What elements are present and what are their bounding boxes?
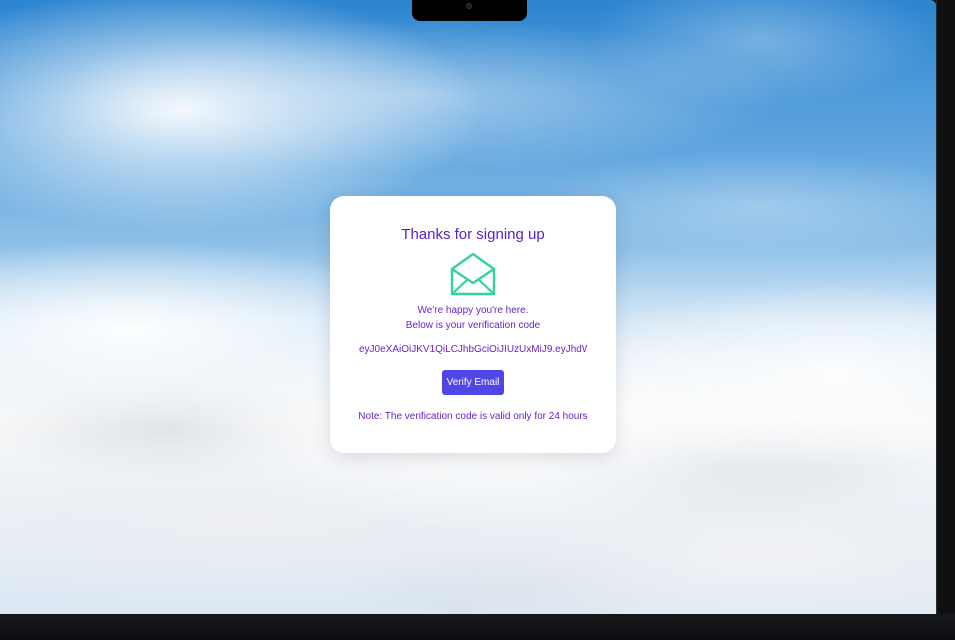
welcome-message: We're happy you're here. <box>417 305 529 316</box>
verification-code: eyJ0eXAiOiJKV1QiLCJhbGciOiJIUzUxMiJ9.eyJ… <box>359 344 587 355</box>
screen-background: Thanks for signing up We're happy you're… <box>0 0 936 614</box>
confirmation-title: Thanks for signing up <box>401 226 545 243</box>
laptop-device: Thanks for signing up We're happy you're… <box>0 0 955 640</box>
verify-email-button[interactable]: Verify Email <box>442 370 504 395</box>
bottom-bezel <box>0 614 955 640</box>
signup-confirmation-card: Thanks for signing up We're happy you're… <box>330 196 616 453</box>
validity-note: Note: The verification code is valid onl… <box>358 411 588 422</box>
camera-icon <box>466 3 472 9</box>
envelope-open-icon <box>449 251 497 297</box>
verification-instruction: Below is your verification code <box>405 320 541 331</box>
camera-notch <box>412 0 527 21</box>
right-bezel <box>936 0 955 614</box>
